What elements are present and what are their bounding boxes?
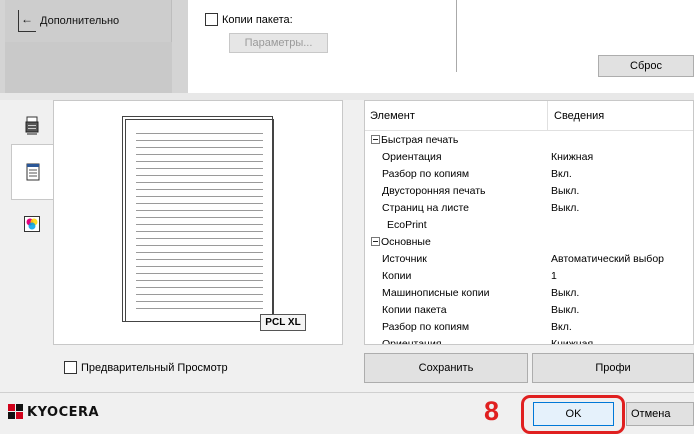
kyocera-logo-icon [8,404,24,420]
preview-option[interactable]: Предварительный Просмотр [64,361,228,374]
table-row[interactable]: Разбор по копиям Вкл. [365,166,693,181]
table-row[interactable]: EcoPrint [365,217,693,232]
row-value: Вкл. [551,320,572,333]
row-element-name: Быстрая печать [365,134,547,146]
row-label: Разбор по копиям [382,320,470,333]
copies-package-label: Копии пакета: [222,13,293,26]
row-label: EcoPrint [387,218,427,231]
row-value: Выкл. [551,184,580,197]
row-value: Книжная [551,337,594,345]
top-left-band [5,42,172,93]
table-row[interactable]: Ориентация Книжная [365,149,693,164]
color-icon [24,216,40,232]
back-arrow-icon: ← [18,10,36,32]
row-element-name: Двусторонняя печать [365,185,547,197]
vertical-divider [456,0,457,72]
row-element-name: Копии пакета [365,304,547,316]
row-label: Основные [381,235,431,248]
row-label: Страниц на листе [382,201,469,214]
settings-summary-table[interactable]: Элемент Сведения Быстрая печать Ориентаци… [364,100,694,345]
table-row[interactable]: Источник Автоматический выбор [365,251,693,266]
copies-package-checkbox[interactable] [205,13,218,26]
table-row[interactable]: Двусторонняя печать Выкл. [365,183,693,198]
row-value: Книжная [551,150,594,163]
step-number: 8 [484,396,500,426]
row-label: Источник [382,252,427,265]
table-header: Элемент Сведения [365,101,693,131]
footer-divider [0,392,694,393]
row-value: Вкл. [551,167,572,180]
table-row[interactable]: Разбор по копиям Вкл. [365,319,693,334]
kyocera-logo: KYOCERA [8,404,99,420]
table-row[interactable]: Копии 1 [365,268,693,283]
row-element-name: Ориентация [365,337,547,345]
tab-color[interactable] [11,198,53,250]
tree-group-row[interactable]: Основные [365,234,693,249]
table-row[interactable]: Копии пакета Выкл. [365,302,693,317]
document-icon [26,163,39,181]
back-button[interactable]: ← Дополнительно [5,0,172,42]
ok-button[interactable]: OK [533,402,614,426]
profi-button[interactable]: Профи [532,353,694,383]
back-button-label: Дополнительно [40,15,120,27]
preview-checkbox-label: Предварительный Просмотр [81,361,228,374]
preview-checkbox[interactable] [64,361,77,374]
row-label: Двусторонняя печать [382,184,486,197]
tab-strip [0,100,53,345]
collapse-icon[interactable] [371,237,380,246]
pdl-badge: PCL XL [260,314,306,331]
row-label: Ориентация [382,337,442,345]
save-button[interactable]: Сохранить [364,353,528,383]
page-stack-image [122,116,280,323]
row-label: Машинописные копии [382,286,490,299]
row-label: Копии пакета [382,303,447,316]
copies-package-option[interactable]: Копии пакета: [205,13,293,26]
params-button[interactable]: Параметры... [229,33,328,53]
row-element-name: Разбор по копиям [365,321,547,333]
row-element-name: Разбор по копиям [365,168,547,180]
row-element-name: Основные [365,236,547,248]
row-element-name: Ориентация [365,151,547,163]
row-value: Выкл. [551,303,580,316]
row-label: Копии [382,269,412,282]
row-value: 1 [551,269,557,282]
table-row[interactable]: Машинописные копии Выкл. [365,285,693,300]
column-header-info[interactable]: Сведения [548,110,604,122]
row-value: Выкл. [551,201,580,214]
row-label: Ориентация [382,150,442,163]
row-element-name: Источник [365,253,547,265]
section-divider [0,93,694,100]
row-element-name: EcoPrint [365,219,547,231]
page-preview: PCL XL [53,100,343,345]
table-row[interactable]: Ориентация Книжная [365,336,693,345]
table-row[interactable]: Страниц на листе Выкл. [365,200,693,215]
logo-text: KYOCERA [27,404,100,420]
row-element-name: Машинописные копии [365,287,547,299]
tree-group-row[interactable]: Быстрая печать [365,132,693,147]
row-element-name: Страниц на листе [365,202,547,214]
row-value: Автоматический выбор [551,252,665,265]
tab-document[interactable] [11,144,53,200]
reset-button[interactable]: Сброс [598,55,694,77]
row-label: Разбор по копиям [382,167,470,180]
row-label: Быстрая печать [381,133,459,146]
row-value: Выкл. [551,286,580,299]
row-element-name: Копии [365,270,547,282]
printer-icon [25,116,39,135]
column-header-element[interactable]: Элемент [365,101,548,131]
cancel-button[interactable]: Отмена [626,402,694,426]
collapse-icon[interactable] [371,135,380,144]
